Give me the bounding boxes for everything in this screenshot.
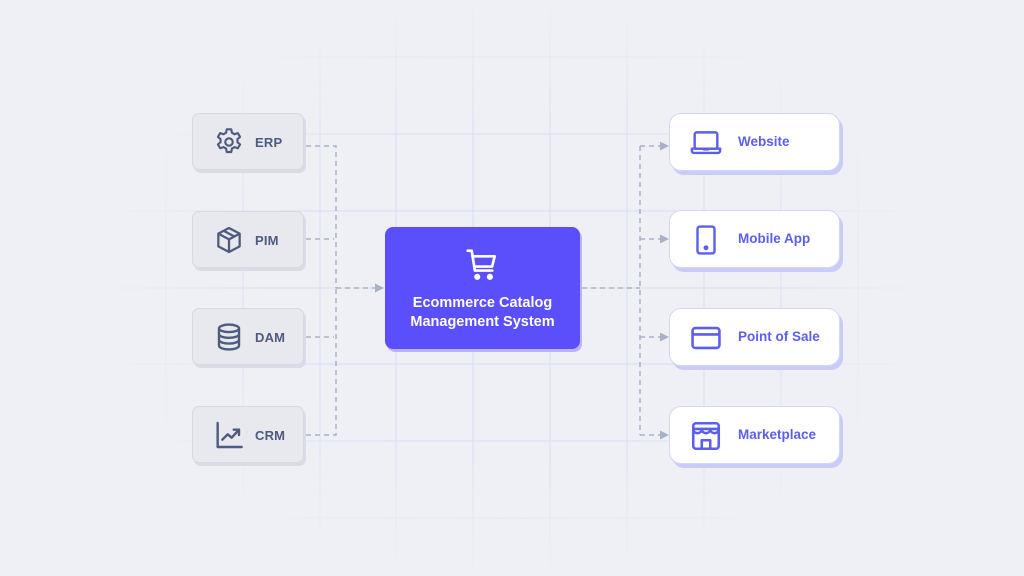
shopping-cart-icon xyxy=(466,249,497,280)
source-label: PIM xyxy=(255,233,279,248)
gear-icon xyxy=(216,128,242,154)
hub-label-line1: Ecommerce Catalog xyxy=(412,295,553,311)
hub-label-line2: Management System xyxy=(410,314,555,330)
storefront-icon xyxy=(691,421,721,451)
destination-node-website[interactable]: Website xyxy=(669,113,840,171)
source-node-pim[interactable]: PIM xyxy=(192,211,304,268)
destination-node-point-of-sale[interactable]: Point of Sale xyxy=(669,308,840,366)
trending-chart-icon xyxy=(216,421,243,449)
source-label: ERP xyxy=(255,135,283,150)
arrowhead-hub xyxy=(375,283,384,293)
hub-node-catalog-management-system[interactable]: Ecommerce Catalog Management System xyxy=(385,227,580,349)
destination-label: Mobile App xyxy=(738,231,811,246)
source-node-crm[interactable]: CRM xyxy=(192,406,304,463)
connector-erp xyxy=(306,145,337,288)
destination-node-mobile-app[interactable]: Mobile App xyxy=(669,210,840,268)
laptop-icon xyxy=(690,131,722,155)
destination-label: Point of Sale xyxy=(738,329,820,344)
source-node-erp[interactable]: ERP xyxy=(192,113,304,170)
box-icon xyxy=(217,226,241,254)
arrowhead-marketplace xyxy=(660,430,669,440)
source-label: CRM xyxy=(255,428,286,443)
destination-label: Website xyxy=(738,134,790,149)
hub-label: Ecommerce Catalog Management System xyxy=(385,294,580,332)
connector-crm xyxy=(306,288,337,436)
source-label: DAM xyxy=(255,330,286,345)
tablet-icon xyxy=(696,225,716,255)
arrowhead-mobile-app xyxy=(660,234,669,244)
destination-label: Marketplace xyxy=(738,427,817,442)
credit-card-icon xyxy=(691,326,721,350)
arrowhead-point-of-sale xyxy=(660,332,669,342)
database-icon xyxy=(217,323,241,351)
destination-node-marketplace[interactable]: Marketplace xyxy=(669,406,840,464)
arrowhead-website xyxy=(660,141,669,151)
source-node-dam[interactable]: DAM xyxy=(192,308,304,365)
